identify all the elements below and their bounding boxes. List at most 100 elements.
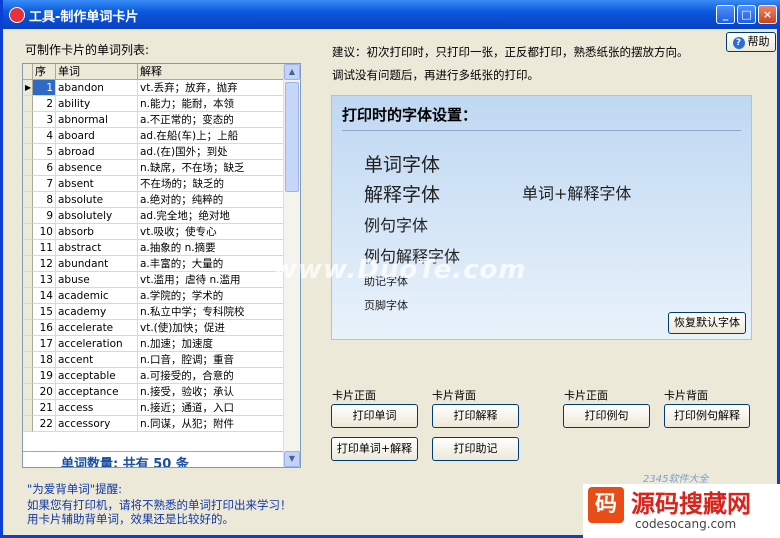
- print-example-button[interactable]: 打印例句: [563, 404, 650, 428]
- row-number[interactable]: 10: [33, 224, 56, 240]
- header-num[interactable]: 序号: [33, 64, 56, 93]
- row-word[interactable]: acceptance: [56, 384, 138, 400]
- table-row[interactable]: 12 abundant a.丰富的；大量的: [23, 256, 285, 272]
- table-row[interactable]: 6 absence n.缺席，不在场；缺乏: [23, 160, 285, 176]
- row-number[interactable]: 9: [33, 208, 56, 224]
- row-number[interactable]: 2: [33, 96, 56, 112]
- table-row[interactable]: 3 abnormal a.不正常的；变态的: [23, 112, 285, 128]
- row-word[interactable]: absolutely: [56, 208, 138, 224]
- row-number[interactable]: 22: [33, 416, 56, 432]
- table-row[interactable]: 18 accent n.口音，腔调；重音: [23, 352, 285, 368]
- row-indicator[interactable]: [23, 288, 33, 304]
- close-button[interactable]: ×: [758, 5, 777, 24]
- row-word[interactable]: abroad: [56, 144, 138, 160]
- scroll-up-icon[interactable]: ▲: [284, 64, 300, 80]
- row-indicator[interactable]: [23, 368, 33, 384]
- row-definition[interactable]: a.绝对的；纯粹的: [138, 192, 285, 208]
- table-row[interactable]: 5 abroad ad.(在)国外；到处: [23, 144, 285, 160]
- header-def[interactable]: 解释: [138, 64, 285, 80]
- reset-font-button[interactable]: 恢复默认字体: [668, 312, 746, 334]
- header-word[interactable]: 单词: [56, 64, 138, 80]
- print-mnemonic-button[interactable]: 打印助记: [432, 437, 519, 461]
- row-number[interactable]: 20: [33, 384, 56, 400]
- row-definition[interactable]: ad.(在)国外；到处: [138, 144, 285, 160]
- row-indicator[interactable]: [23, 320, 33, 336]
- row-indicator[interactable]: [23, 128, 33, 144]
- table-row[interactable]: 7 absent 不在场的；缺乏的: [23, 176, 285, 192]
- row-number[interactable]: 21: [33, 400, 56, 416]
- title-bar[interactable]: 工具-制作单词卡片 _ □ ×: [3, 0, 780, 29]
- row-number[interactable]: 3: [33, 112, 56, 128]
- table-row[interactable]: 21 access n.接近；通道，入口: [23, 400, 285, 416]
- row-word[interactable]: accent: [56, 352, 138, 368]
- row-number[interactable]: 19: [33, 368, 56, 384]
- scroll-thumb[interactable]: [285, 82, 299, 192]
- row-definition[interactable]: ad.在船(车)上；上船: [138, 128, 285, 144]
- row-definition[interactable]: n.口音，腔调；重音: [138, 352, 285, 368]
- help-button[interactable]: ? 帮助: [726, 32, 776, 52]
- row-word[interactable]: absorb: [56, 224, 138, 240]
- table-row[interactable]: 10 absorb vt.吸收；使专心: [23, 224, 285, 240]
- row-word[interactable]: academic: [56, 288, 138, 304]
- word-font-sample[interactable]: 单词字体: [364, 150, 440, 177]
- row-indicator[interactable]: [23, 336, 33, 352]
- table-row[interactable]: 11 abstract a.抽象的 n.摘要: [23, 240, 285, 256]
- row-indicator[interactable]: [23, 160, 33, 176]
- table-row[interactable]: 15 academy n.私立中学；专科院校: [23, 304, 285, 320]
- footer-font-sample[interactable]: 页脚字体: [364, 297, 408, 313]
- table-row[interactable]: 9 absolutely ad.完全地；绝对地: [23, 208, 285, 224]
- row-word[interactable]: academy: [56, 304, 138, 320]
- row-indicator[interactable]: [23, 416, 33, 432]
- row-definition[interactable]: ad.完全地；绝对地: [138, 208, 285, 224]
- row-word[interactable]: abandon: [56, 80, 138, 96]
- print-word-def-button[interactable]: 打印单词+解释: [331, 437, 418, 461]
- table-row[interactable]: 16 accelerate vt.(使)加快；促进: [23, 320, 285, 336]
- table-row[interactable]: 20 acceptance n.接受，验收；承认: [23, 384, 285, 400]
- row-number[interactable]: 4: [33, 128, 56, 144]
- table-row[interactable]: 8 absolute a.绝对的；纯粹的: [23, 192, 285, 208]
- row-definition[interactable]: n.缺席，不在场；缺乏: [138, 160, 285, 176]
- row-indicator[interactable]: [23, 304, 33, 320]
- row-number[interactable]: 5: [33, 144, 56, 160]
- row-indicator[interactable]: [23, 112, 33, 128]
- row-number[interactable]: 12: [33, 256, 56, 272]
- row-word[interactable]: acceptable: [56, 368, 138, 384]
- row-indicator[interactable]: [23, 96, 33, 112]
- row-number[interactable]: 1: [33, 80, 56, 96]
- row-definition[interactable]: vt.丢弃；放弃，抛弃: [138, 80, 285, 96]
- row-definition[interactable]: n.接近；通道，入口: [138, 400, 285, 416]
- scroll-down-icon[interactable]: ▼: [284, 451, 300, 467]
- row-word[interactable]: accessory: [56, 416, 138, 432]
- row-definition[interactable]: n.加速；加速度: [138, 336, 285, 352]
- row-indicator[interactable]: [23, 400, 33, 416]
- row-indicator[interactable]: [23, 144, 33, 160]
- row-number[interactable]: 13: [33, 272, 56, 288]
- row-definition[interactable]: a.抽象的 n.摘要: [138, 240, 285, 256]
- print-example-def-button[interactable]: 打印例句解释: [664, 404, 750, 428]
- word-def-font-sample[interactable]: 单词+解释字体: [522, 180, 631, 204]
- print-def-button[interactable]: 打印解释: [432, 404, 519, 428]
- row-definition[interactable]: 不在场的；缺乏的: [138, 176, 285, 192]
- row-word[interactable]: absence: [56, 160, 138, 176]
- row-word[interactable]: acceleration: [56, 336, 138, 352]
- row-definition[interactable]: vt.滥用；虐待 n.滥用: [138, 272, 285, 288]
- row-word[interactable]: accelerate: [56, 320, 138, 336]
- row-number[interactable]: 18: [33, 352, 56, 368]
- row-word[interactable]: abuse: [56, 272, 138, 288]
- row-word[interactable]: aboard: [56, 128, 138, 144]
- row-number[interactable]: 15: [33, 304, 56, 320]
- row-definition[interactable]: vt.吸收；使专心: [138, 224, 285, 240]
- table-row[interactable]: 4 aboard ad.在船(车)上；上船: [23, 128, 285, 144]
- row-indicator[interactable]: [23, 272, 33, 288]
- row-definition[interactable]: a.不正常的；变态的: [138, 112, 285, 128]
- row-indicator[interactable]: [23, 208, 33, 224]
- row-definition[interactable]: a.学院的；学术的: [138, 288, 285, 304]
- row-word[interactable]: absent: [56, 176, 138, 192]
- table-row[interactable]: 14 academic a.学院的；学术的: [23, 288, 285, 304]
- row-definition[interactable]: n.接受，验收；承认: [138, 384, 285, 400]
- row-indicator[interactable]: [23, 352, 33, 368]
- table-row[interactable]: ▶ 1 abandon vt.丢弃；放弃，抛弃: [23, 80, 285, 96]
- row-word[interactable]: abstract: [56, 240, 138, 256]
- table-row[interactable]: 22 accessory n.同谋，从犯；附件: [23, 416, 285, 432]
- row-number[interactable]: 7: [33, 176, 56, 192]
